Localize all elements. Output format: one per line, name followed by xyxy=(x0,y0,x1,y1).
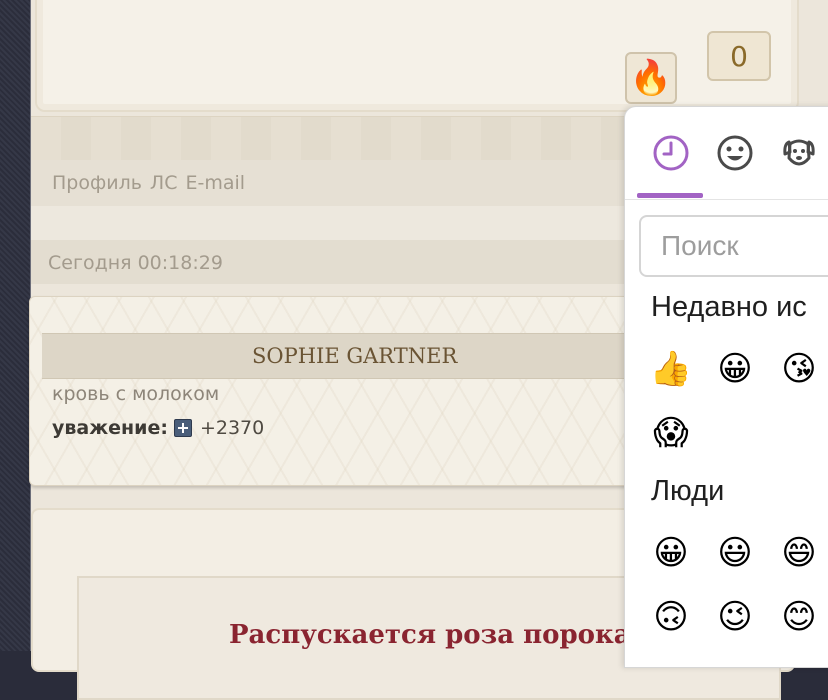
fire-icon: 🔥 xyxy=(629,58,673,98)
reaction-count: 0 xyxy=(707,31,771,81)
smiley-icon xyxy=(717,135,753,171)
emoji-grinning[interactable]: 😀 xyxy=(649,531,693,575)
post-card xyxy=(35,0,799,112)
post-heading: Распускается роза порока... xyxy=(229,620,658,650)
respect-label: уважение: xyxy=(52,417,168,439)
reaction-button[interactable]: 🔥 xyxy=(625,52,677,104)
picker-tabs xyxy=(625,107,828,200)
recent-section-title: Недавно ис xyxy=(651,291,807,323)
emoji-smiley[interactable]: 😃 xyxy=(713,531,757,575)
plus-icon[interactable] xyxy=(173,419,192,437)
active-tab-indicator xyxy=(637,193,703,198)
tab-animals[interactable] xyxy=(777,131,821,175)
clock-icon xyxy=(653,135,689,171)
emoji-wink[interactable]: 😉 xyxy=(713,595,757,639)
pm-link[interactable]: ЛС xyxy=(150,172,178,194)
profile-links: Профиль ЛС E-mail xyxy=(52,172,253,194)
emoji-picker: Недавно ис 👍 😀 😘 😱 Люди 😀 😃 😄 🙃 😉 😊 xyxy=(624,106,828,668)
people-section-title: Люди xyxy=(651,475,725,507)
emoji-kiss[interactable]: 😘 xyxy=(777,347,821,391)
author-name[interactable]: SOPHIE GARTNER xyxy=(252,344,457,368)
tab-recent[interactable] xyxy=(649,131,693,175)
emoji-search-input[interactable] xyxy=(639,215,828,277)
emoji-thumbs-up[interactable]: 👍 xyxy=(649,347,693,391)
author-status: кровь с молоком xyxy=(52,383,220,405)
respect-value: +2370 xyxy=(199,417,265,439)
post-date: Сегодня 00:18:29 xyxy=(48,252,223,274)
email-link[interactable]: E-mail xyxy=(185,172,245,194)
emoji-smile[interactable]: 😄 xyxy=(777,531,821,575)
left-frame xyxy=(0,0,31,651)
emoji-scream[interactable]: 😱 xyxy=(649,411,693,455)
dog-icon xyxy=(783,139,815,166)
profile-link[interactable]: Профиль xyxy=(52,172,142,194)
emoji-grinning[interactable]: 😀 xyxy=(713,347,757,391)
emoji-blush[interactable]: 😊 xyxy=(777,595,821,639)
respect-row: уважение: +2370 xyxy=(52,417,264,439)
emoji-upside-down[interactable]: 🙃 xyxy=(649,595,693,639)
tab-smileys[interactable] xyxy=(713,131,757,175)
